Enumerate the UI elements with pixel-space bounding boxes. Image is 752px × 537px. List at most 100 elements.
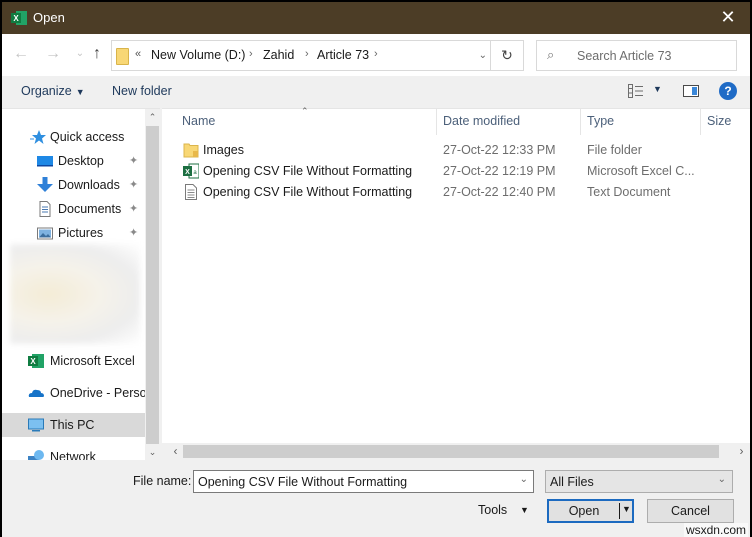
file-row[interactable]: Images 27-Oct-22 12:33 PM File folder — [162, 140, 750, 161]
breadcrumb-separator-icon[interactable]: › — [249, 48, 253, 60]
open-button[interactable]: Open ▼ — [547, 499, 634, 523]
caret-down-icon[interactable]: ▼ — [520, 505, 529, 515]
breadcrumb-separator-icon[interactable]: › — [305, 48, 309, 60]
sidebar-item-this-pc[interactable]: This PC — [2, 413, 145, 437]
close-icon: ✕ — [720, 7, 736, 27]
folder-icon — [183, 143, 199, 158]
tools-button[interactable]: Tools — [478, 503, 507, 517]
cancel-button[interactable]: Cancel — [647, 499, 734, 523]
excel-icon: X — [28, 354, 44, 368]
column-divider[interactable] — [436, 109, 437, 135]
address-bar[interactable]: « New Volume (D:) › Zahid › Article 73 ›… — [111, 40, 524, 71]
column-header-date-modified[interactable]: Date modified — [443, 114, 520, 134]
help-icon[interactable]: ? — [719, 82, 737, 100]
watermark: wsxdn.com — [683, 523, 748, 537]
svg-text:X: X — [185, 169, 190, 176]
text-document-icon — [185, 184, 197, 200]
pin-icon[interactable]: ✦ — [129, 154, 138, 167]
sidebar-scrollbar[interactable]: ⌃ ⌄ — [145, 109, 160, 461]
scrollbar-thumb[interactable] — [146, 126, 159, 444]
sidebar-item-quick-access[interactable]: Quick access — [2, 125, 145, 149]
split-divider — [619, 503, 620, 519]
chevron-down-icon[interactable]: ⌄ — [520, 474, 528, 485]
chevron-down-icon: ⌄ — [75, 48, 85, 59]
breadcrumb-separator-icon[interactable]: › — [374, 48, 378, 60]
sidebar-item-pictures[interactable]: Pictures ✦ — [2, 221, 145, 245]
breadcrumb-zahid[interactable]: Zahid — [263, 48, 294, 62]
sidebar-item-label: Quick access — [50, 130, 125, 144]
file-name-combobox[interactable]: ⌄ — [193, 470, 534, 493]
sidebar-item-label: This PC — [50, 418, 95, 432]
sidebar-item-label: Pictures — [58, 226, 104, 240]
caret-down-icon: ▼ — [75, 87, 85, 97]
pin-icon[interactable]: ✦ — [129, 226, 138, 239]
sidebar-item-desktop[interactable]: Desktop ✦ — [2, 149, 145, 173]
file-date: 27-Oct-22 12:40 PM — [443, 185, 556, 199]
open-options-icon[interactable]: ▼ — [622, 504, 631, 514]
file-name-label: File name: — [133, 474, 192, 488]
pictures-icon — [37, 227, 53, 240]
up-arrow-icon: ↑ — [93, 45, 101, 62]
desktop-icon — [37, 156, 53, 167]
pin-icon[interactable]: ✦ — [129, 178, 138, 191]
excel-app-icon: X — [11, 11, 27, 25]
file-name: Opening CSV File Without Formatting — [203, 164, 413, 178]
preview-pane-icon[interactable] — [683, 85, 699, 97]
forward-button[interactable]: → — [44, 44, 62, 64]
scrollbar-thumb[interactable] — [183, 445, 719, 458]
back-button[interactable]: ← — [12, 44, 30, 64]
file-row[interactable]: aX Opening CSV File Without Formatting 2… — [162, 161, 750, 182]
search-box[interactable]: ⌕ — [536, 40, 737, 71]
column-divider[interactable] — [700, 109, 701, 135]
breadcrumb-article-73[interactable]: Article 73 — [317, 48, 369, 62]
recent-locations-button[interactable]: ⌄ — [71, 44, 89, 64]
file-name-input[interactable] — [198, 471, 508, 492]
open-label: Open — [568, 504, 600, 518]
column-header-type[interactable]: Type — [587, 114, 614, 134]
star-icon — [30, 130, 46, 144]
sidebar-item-label: Downloads — [58, 178, 120, 192]
scroll-down-icon[interactable]: ⌄ — [145, 444, 160, 461]
scroll-up-icon[interactable]: ⌃ — [145, 109, 160, 126]
downloads-icon — [37, 177, 53, 192]
svg-text:X: X — [30, 357, 36, 366]
sidebar-item-label: Documents — [58, 202, 122, 216]
file-list-scrollbar[interactable]: ‹ › — [162, 443, 750, 460]
sidebar-item-downloads[interactable]: Downloads ✦ — [2, 173, 145, 197]
dialog-footer: File name: ⌄ All Files ⌄ Tools ▼ Open ▼ … — [2, 460, 750, 537]
sidebar-item-label: Microsoft Excel — [50, 354, 135, 368]
close-button[interactable]: ✕ — [706, 2, 750, 34]
file-row[interactable]: Opening CSV File Without Formatting 27-O… — [162, 182, 750, 203]
new-folder-button[interactable]: New folder — [112, 84, 172, 98]
file-name: Images — [203, 143, 244, 157]
column-divider[interactable] — [580, 109, 581, 135]
overflow-chevron-icon[interactable]: « — [135, 48, 141, 60]
column-header-size[interactable]: Size — [707, 114, 731, 134]
view-dropdown-icon[interactable]: ▼ — [653, 84, 662, 94]
open-dialog: X Open ✕ ← → ⌄ ↑ « New Volume (D:) › Zah… — [0, 0, 752, 537]
blurred-region — [10, 244, 140, 344]
file-name: Opening CSV File Without Formatting — [203, 185, 413, 199]
sidebar-item-documents[interactable]: Documents ✦ — [2, 197, 145, 221]
this-pc-icon — [28, 418, 44, 432]
refresh-button[interactable]: ↻ — [490, 41, 523, 70]
search-input[interactable] — [577, 41, 732, 70]
pin-icon[interactable]: ✦ — [129, 202, 138, 215]
up-button[interactable]: ↑ — [88, 44, 106, 64]
file-type-select[interactable]: All Files ⌄ — [545, 470, 733, 493]
file-type: Microsoft Excel C... — [587, 164, 695, 178]
view-options-icon[interactable] — [628, 84, 644, 98]
refresh-icon: ↻ — [501, 47, 513, 63]
file-list: ⌃ Name Date modified Type Size Images 27… — [162, 106, 750, 460]
sidebar-item-label: Desktop — [58, 154, 104, 168]
sidebar-item-microsoft-excel[interactable]: X Microsoft Excel — [2, 349, 145, 373]
file-date: 27-Oct-22 12:19 PM — [443, 164, 556, 178]
organize-button[interactable]: Organize ▼ — [21, 84, 85, 98]
address-dropdown-icon[interactable]: ⌄ — [479, 50, 487, 61]
scroll-left-icon[interactable]: ‹ — [167, 443, 184, 460]
scroll-right-icon[interactable]: › — [733, 443, 750, 460]
column-header-name[interactable]: Name — [182, 114, 215, 134]
sidebar-item-onedrive[interactable]: OneDrive - Personal — [2, 381, 145, 405]
excel-csv-icon: aX — [183, 163, 199, 179]
breadcrumb-new-volume[interactable]: New Volume (D:) — [151, 48, 245, 62]
